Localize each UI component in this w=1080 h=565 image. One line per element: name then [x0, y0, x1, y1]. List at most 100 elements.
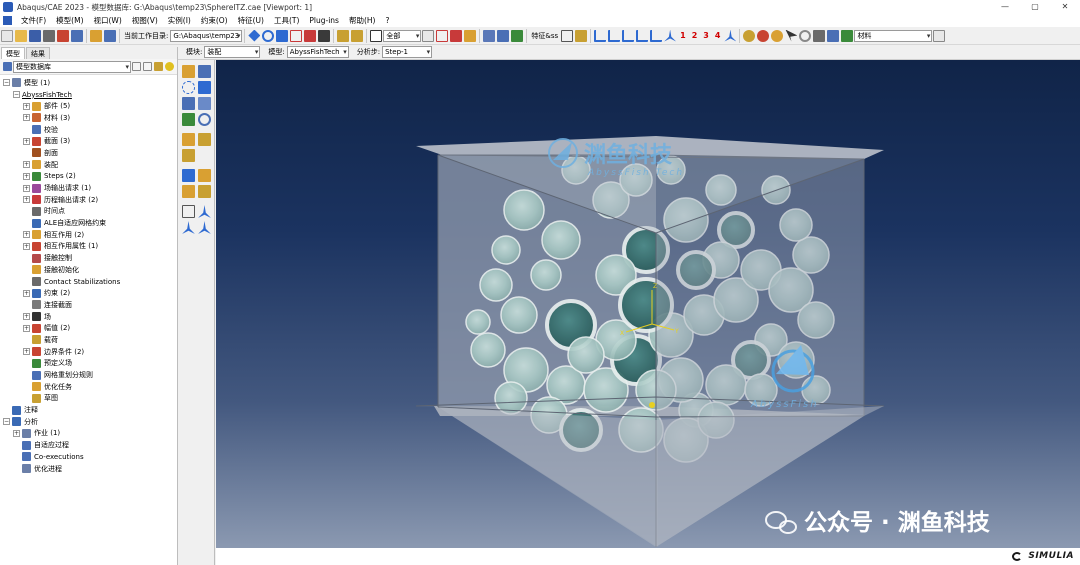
tree-node[interactable]: + 幅值 (2)	[0, 322, 177, 334]
material-color-icon[interactable]	[841, 29, 854, 42]
box-select-icon[interactable]	[436, 29, 449, 42]
lightbulb-icon[interactable]	[165, 62, 174, 71]
hide-icon[interactable]	[337, 29, 350, 42]
tree-node[interactable]: 优化任务	[0, 381, 177, 393]
perspective-icon[interactable]	[575, 29, 588, 42]
drag-select-icon[interactable]	[450, 29, 463, 42]
tree-node[interactable]: ALE自适应网格约束	[0, 217, 177, 229]
tree-expander-icon[interactable]: +	[23, 348, 30, 356]
tree-node[interactable]: + Steps (2)	[0, 171, 177, 183]
menu-instance[interactable]: 实例(I)	[163, 15, 196, 26]
tree-node[interactable]: + 边界条件 (2)	[0, 346, 177, 358]
print-icon[interactable]	[43, 29, 55, 42]
step-combo[interactable]: Step-1	[382, 46, 433, 58]
tree-node[interactable]: + 相互作用属性 (1)	[0, 241, 177, 253]
tree-node[interactable]: Contact Stabilizations	[0, 276, 177, 288]
highlight-icon[interactable]	[154, 62, 163, 71]
datum-point-icon[interactable]	[182, 169, 195, 182]
save-model-icon[interactable]	[57, 29, 69, 42]
tree-node[interactable]: + 作业 (1)	[0, 428, 177, 440]
csys-create-icon[interactable]	[198, 205, 211, 218]
tree-node[interactable]: − 分析	[0, 416, 177, 428]
new-file-icon[interactable]	[1, 29, 13, 42]
tree-node[interactable]: 校验	[0, 124, 177, 136]
color-table-icon[interactable]	[827, 29, 840, 42]
shaded-icon[interactable]	[511, 29, 524, 42]
tree-expander-icon[interactable]: +	[23, 313, 30, 321]
view-yz-icon[interactable]	[650, 29, 663, 42]
zoom-icon[interactable]	[276, 29, 289, 42]
tree-node[interactable]: 预定义场	[0, 358, 177, 370]
selection-filter-combo[interactable]: 全部	[383, 29, 422, 42]
module-combo[interactable]: 装配	[204, 46, 261, 58]
tree-node[interactable]: 载荷	[0, 334, 177, 346]
tree-node[interactable]: 网格重划分规则	[0, 369, 177, 381]
constraint-face-icon[interactable]	[182, 133, 195, 146]
tree-node[interactable]: − AbyssFishTech	[0, 89, 177, 101]
tree-node[interactable]: + 部件 (5)	[0, 100, 177, 112]
wireframe-icon[interactable]	[561, 29, 574, 42]
menu-whats-this[interactable]: ?	[380, 16, 394, 25]
tree-node[interactable]: 连接截面	[0, 299, 177, 311]
datum-axis-icon[interactable]	[198, 169, 211, 182]
view-4-button[interactable]: 4	[712, 31, 724, 40]
tree-expander-icon[interactable]: +	[23, 161, 30, 169]
tree-node[interactable]: 优化进程	[0, 463, 177, 475]
translate-instance-icon[interactable]	[198, 81, 211, 94]
color-code-combo[interactable]: 材料	[854, 29, 933, 42]
redo-icon[interactable]	[813, 29, 826, 42]
tree-expander-icon[interactable]: +	[23, 231, 30, 239]
maximize-button[interactable]: ▢	[1020, 0, 1050, 14]
tree-expander-icon[interactable]: −	[3, 418, 10, 426]
tree-node[interactable]: Co-executions	[0, 451, 177, 463]
xyz-icon[interactable]	[182, 205, 195, 218]
selection-options-icon[interactable]	[422, 29, 435, 42]
triad-icon[interactable]	[664, 29, 677, 42]
constraint-axis-icon[interactable]	[182, 149, 195, 162]
open-folder-icon[interactable]	[15, 29, 27, 42]
tree-node[interactable]: + 场输出请求 (1)	[0, 182, 177, 194]
iso-view-icon[interactable]	[483, 29, 496, 42]
show-icon[interactable]	[351, 29, 364, 42]
color-by-part-icon[interactable]	[757, 29, 770, 42]
minimize-button[interactable]: —	[990, 0, 1020, 14]
menu-plugins[interactable]: Plug-ins	[304, 16, 344, 25]
filter-icon[interactable]	[132, 62, 141, 71]
tree-node[interactable]: + 场	[0, 311, 177, 323]
tree-expander-icon[interactable]: +	[23, 102, 30, 110]
query-icon[interactable]	[90, 29, 102, 42]
tree-node[interactable]: 草图	[0, 393, 177, 405]
tree-expander-icon[interactable]: +	[23, 137, 30, 145]
datum-csys-icon[interactable]	[198, 185, 211, 198]
tree-expander-icon[interactable]: +	[23, 242, 30, 250]
save-icon[interactable]	[29, 29, 41, 42]
tree-node[interactable]: − 模型 (1)	[0, 77, 177, 89]
view-x-icon[interactable]	[594, 29, 607, 42]
csys-icon[interactable]	[724, 29, 737, 42]
menu-view[interactable]: 视图(V)	[127, 15, 163, 26]
color-options-icon[interactable]	[933, 29, 946, 42]
viewport-icon[interactable]	[71, 29, 83, 42]
view-y-icon[interactable]	[608, 29, 621, 42]
tree-expander-icon[interactable]: −	[3, 79, 10, 87]
close-button[interactable]: ✕	[1050, 0, 1080, 14]
pan-icon[interactable]	[248, 29, 261, 42]
collapse-icon[interactable]	[143, 62, 152, 71]
tree-expander-icon[interactable]: −	[13, 91, 20, 99]
view-1-button[interactable]: 1	[677, 31, 689, 40]
view-z-icon[interactable]	[622, 29, 635, 42]
tree-node[interactable]: 剖面	[0, 147, 177, 159]
instance-part-icon[interactable]	[182, 65, 195, 78]
select-arrow-icon[interactable]	[370, 29, 383, 42]
datum-plane-icon[interactable]	[182, 185, 195, 198]
menu-file[interactable]: 文件(F)	[16, 15, 51, 26]
viewport-menu-icon[interactable]	[3, 16, 12, 25]
box-zoom-icon[interactable]	[290, 29, 303, 42]
tree-node[interactable]: + 截面 (3)	[0, 135, 177, 147]
front-view-icon[interactable]	[497, 29, 510, 42]
tab-results[interactable]: 结果	[26, 47, 50, 59]
menu-viewport[interactable]: 视口(W)	[89, 15, 127, 26]
view-3-button[interactable]: 3	[700, 31, 712, 40]
tree-expander-icon[interactable]: +	[23, 114, 30, 122]
tree-source-combo[interactable]: 模型数据库	[13, 60, 131, 73]
